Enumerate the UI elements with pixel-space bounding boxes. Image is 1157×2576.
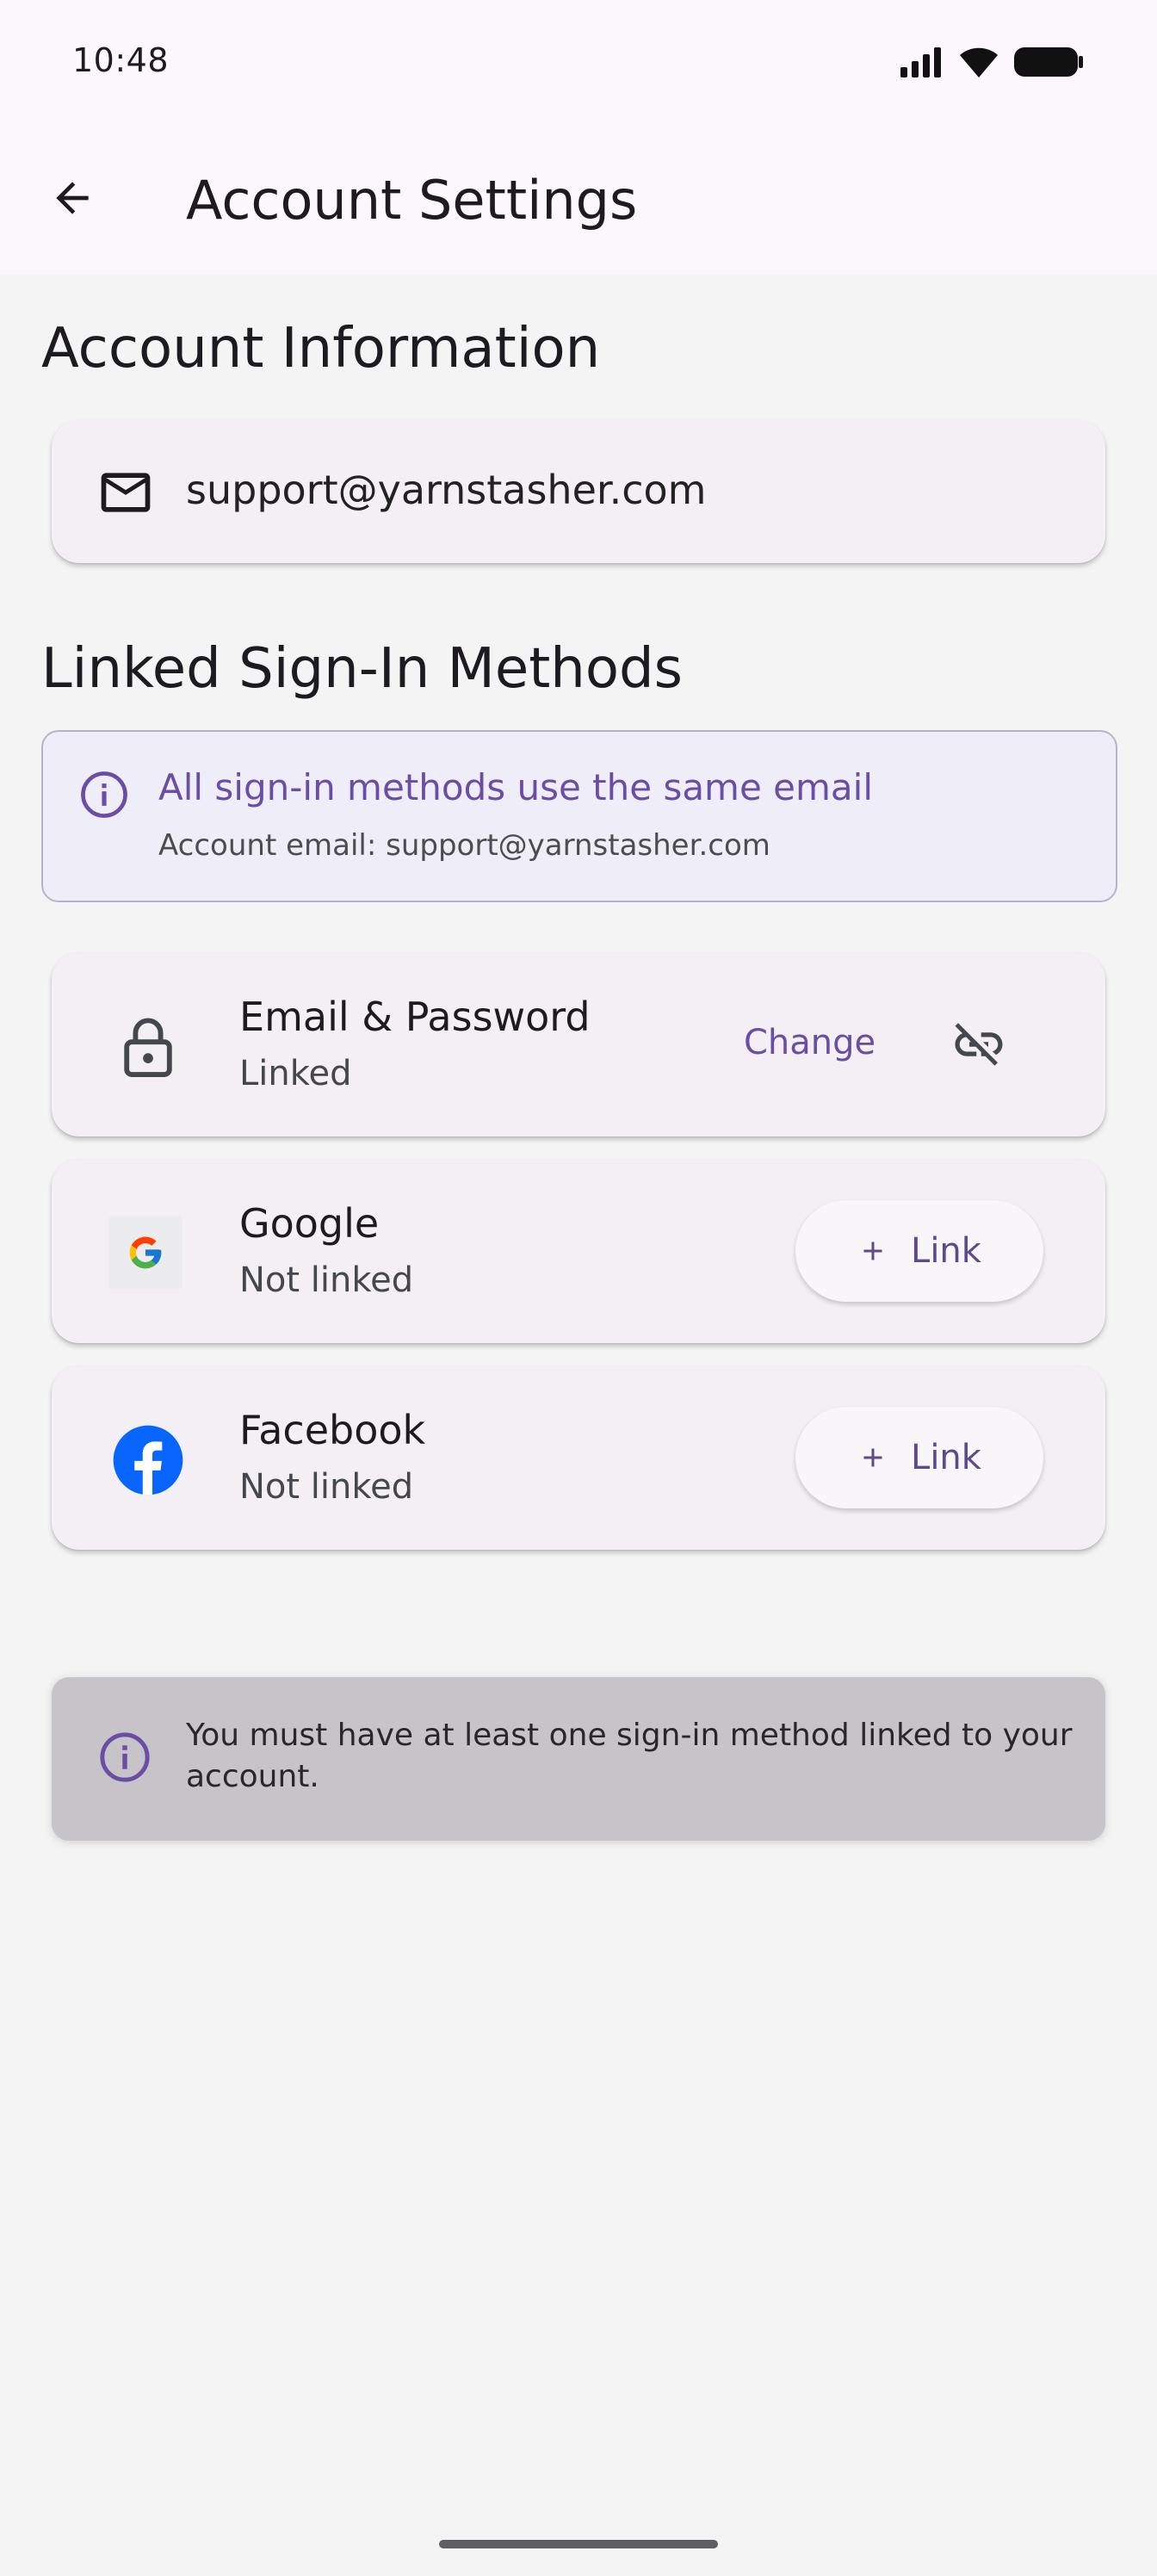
link-button-label: Link [911, 1438, 981, 1477]
account-info-heading: Account Information [41, 317, 601, 381]
method-name: Google [239, 1200, 380, 1247]
method-name: Email & Password [239, 994, 591, 1040]
battery-icon [1014, 47, 1083, 77]
plus-icon [863, 1448, 882, 1467]
account-email: support@yarnstasher.com [186, 467, 707, 513]
change-password-button[interactable]: Change [744, 1023, 875, 1062]
link-off-icon [955, 1023, 1003, 1066]
info-headline: All sign-in methods use the same email [158, 766, 873, 808]
email-card: support@yarnstasher.com [52, 420, 1105, 563]
link-button-label: Link [911, 1231, 981, 1271]
lock-icon [105, 1004, 191, 1090]
linked-methods-heading: Linked Sign-In Methods [41, 637, 683, 701]
method-status: Not linked [239, 1260, 414, 1300]
arrow-back-icon [56, 182, 89, 214]
status-time: 10:48 [72, 41, 170, 79]
info-icon [77, 768, 131, 825]
status-icons [899, 45, 1085, 79]
info-subtext: Account email: support@yarnstasher.com [158, 828, 770, 863]
plus-icon [863, 1242, 882, 1260]
method-email-password: Email & Password Linked Change [52, 952, 1105, 1136]
facebook-logo [105, 1417, 191, 1503]
method-facebook: Facebook Not linked Link [52, 1365, 1105, 1550]
page-title: Account Settings [186, 169, 638, 232]
top-app-bar [0, 0, 1157, 274]
same-email-info: All sign-in methods use the same email A… [41, 730, 1117, 902]
link-google-button[interactable]: Link [795, 1200, 1043, 1302]
home-indicator[interactable] [439, 2540, 718, 2548]
info-icon [96, 1729, 153, 1789]
wifi-icon [960, 47, 998, 77]
notice-banner: You must have at least one sign-in metho… [52, 1677, 1105, 1841]
link-facebook-button[interactable]: Link [795, 1407, 1043, 1508]
back-button[interactable] [38, 164, 107, 232]
unlink-button[interactable] [940, 1006, 1018, 1083]
mail-icon [96, 463, 155, 525]
method-name: Facebook [239, 1407, 426, 1453]
google-logo [108, 1216, 183, 1290]
method-status: Not linked [239, 1467, 414, 1507]
method-google: Google Not linked Link [52, 1159, 1105, 1343]
method-status: Linked [239, 1054, 352, 1093]
signal-icon [900, 47, 941, 77]
notice-text: You must have at least one sign-in metho… [186, 1718, 1073, 1794]
